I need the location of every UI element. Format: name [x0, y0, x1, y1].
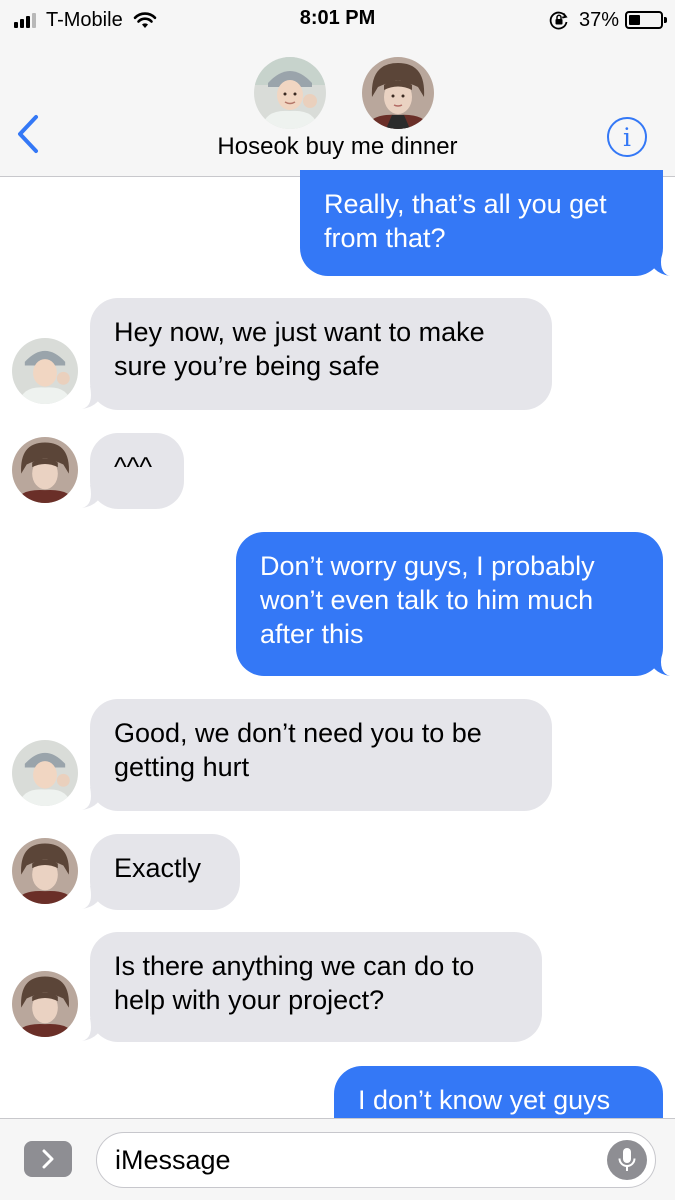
avatar-taehyung[interactable]: [12, 437, 78, 503]
message-input[interactable]: iMessage: [96, 1132, 656, 1188]
bubble-tail: [82, 485, 104, 508]
bubble-tail: [648, 253, 670, 276]
message-bubble-incoming[interactable]: Exactly: [90, 834, 240, 910]
rotation-lock-icon: [549, 10, 569, 30]
conversation-header: Hoseok buy me dinner i: [0, 40, 675, 177]
wifi-icon: [133, 11, 157, 29]
compose-bar: iMessage: [0, 1118, 675, 1200]
message-text: ^^^: [114, 452, 153, 482]
carrier-name: T-Mobile: [46, 8, 123, 31]
avatar-hoseok[interactable]: [12, 740, 78, 806]
avatar-taehyung[interactable]: [12, 971, 78, 1037]
message-bubble-incoming[interactable]: Good, we don’t need you to be getting hu…: [90, 699, 552, 811]
conversation-title[interactable]: Hoseok buy me dinner: [0, 133, 675, 161]
message-bubble-incoming[interactable]: Is there anything we can do to help with…: [90, 932, 542, 1042]
message-text: Is there anything we can do to: [114, 951, 475, 981]
message-bubble-incoming[interactable]: Hey now, we just want to make sure you’r…: [90, 298, 552, 410]
info-button[interactable]: i: [607, 117, 647, 157]
avatar-taehyung[interactable]: [12, 838, 78, 904]
battery-cap: [664, 17, 667, 23]
message-text: Don’t worry guys, I probably: [260, 551, 595, 581]
message-text: Hey now, we just want to make: [114, 317, 485, 347]
avatar-taehyung[interactable]: [362, 57, 434, 129]
bubble-tail: [82, 886, 104, 909]
message-text: Good, we don’t need you to be: [114, 718, 482, 748]
message-bubble-incoming[interactable]: ^^^: [90, 433, 184, 509]
message-text: after this: [260, 619, 364, 649]
microphone-icon: [618, 1148, 636, 1171]
dictation-button[interactable]: [607, 1140, 647, 1180]
message-input-placeholder: iMessage: [115, 1145, 231, 1175]
bubble-tail: [648, 653, 670, 676]
status-right: 37%: [549, 7, 667, 33]
battery-level-fill: [629, 15, 641, 25]
bubble-tail: [82, 386, 104, 409]
signal-icon: [14, 12, 38, 28]
message-text: getting hurt: [114, 752, 250, 782]
avatar-hoseok[interactable]: [254, 57, 326, 129]
battery-icon: [625, 11, 667, 29]
avatar-hoseok[interactable]: [12, 338, 78, 404]
message-bubble-outgoing[interactable]: Don’t worry guys, I probably won’t even …: [236, 532, 663, 676]
message-text: Really, that’s all you get: [324, 189, 607, 219]
message-text: won’t even talk to him much: [260, 585, 594, 615]
status-bar: T-Mobile 8:01 PM 37%: [0, 0, 675, 40]
chevron-right-icon: [42, 1149, 54, 1169]
status-left: T-Mobile: [14, 7, 157, 33]
message-text: I don’t know yet guys: [358, 1085, 611, 1115]
battery-percent: 37%: [578, 8, 619, 31]
bubble-tail: [82, 1018, 104, 1041]
message-text: help with your project?: [114, 985, 385, 1015]
apps-button[interactable]: [24, 1141, 72, 1177]
message-text: sure you’re being safe: [114, 351, 380, 381]
message-text: from that?: [324, 223, 446, 253]
message-text: Exactly: [114, 853, 202, 883]
info-icon: i: [623, 122, 631, 152]
message-bubble-outgoing[interactable]: Really, that’s all you get from that?: [300, 170, 663, 276]
bubble-tail: [82, 787, 104, 810]
